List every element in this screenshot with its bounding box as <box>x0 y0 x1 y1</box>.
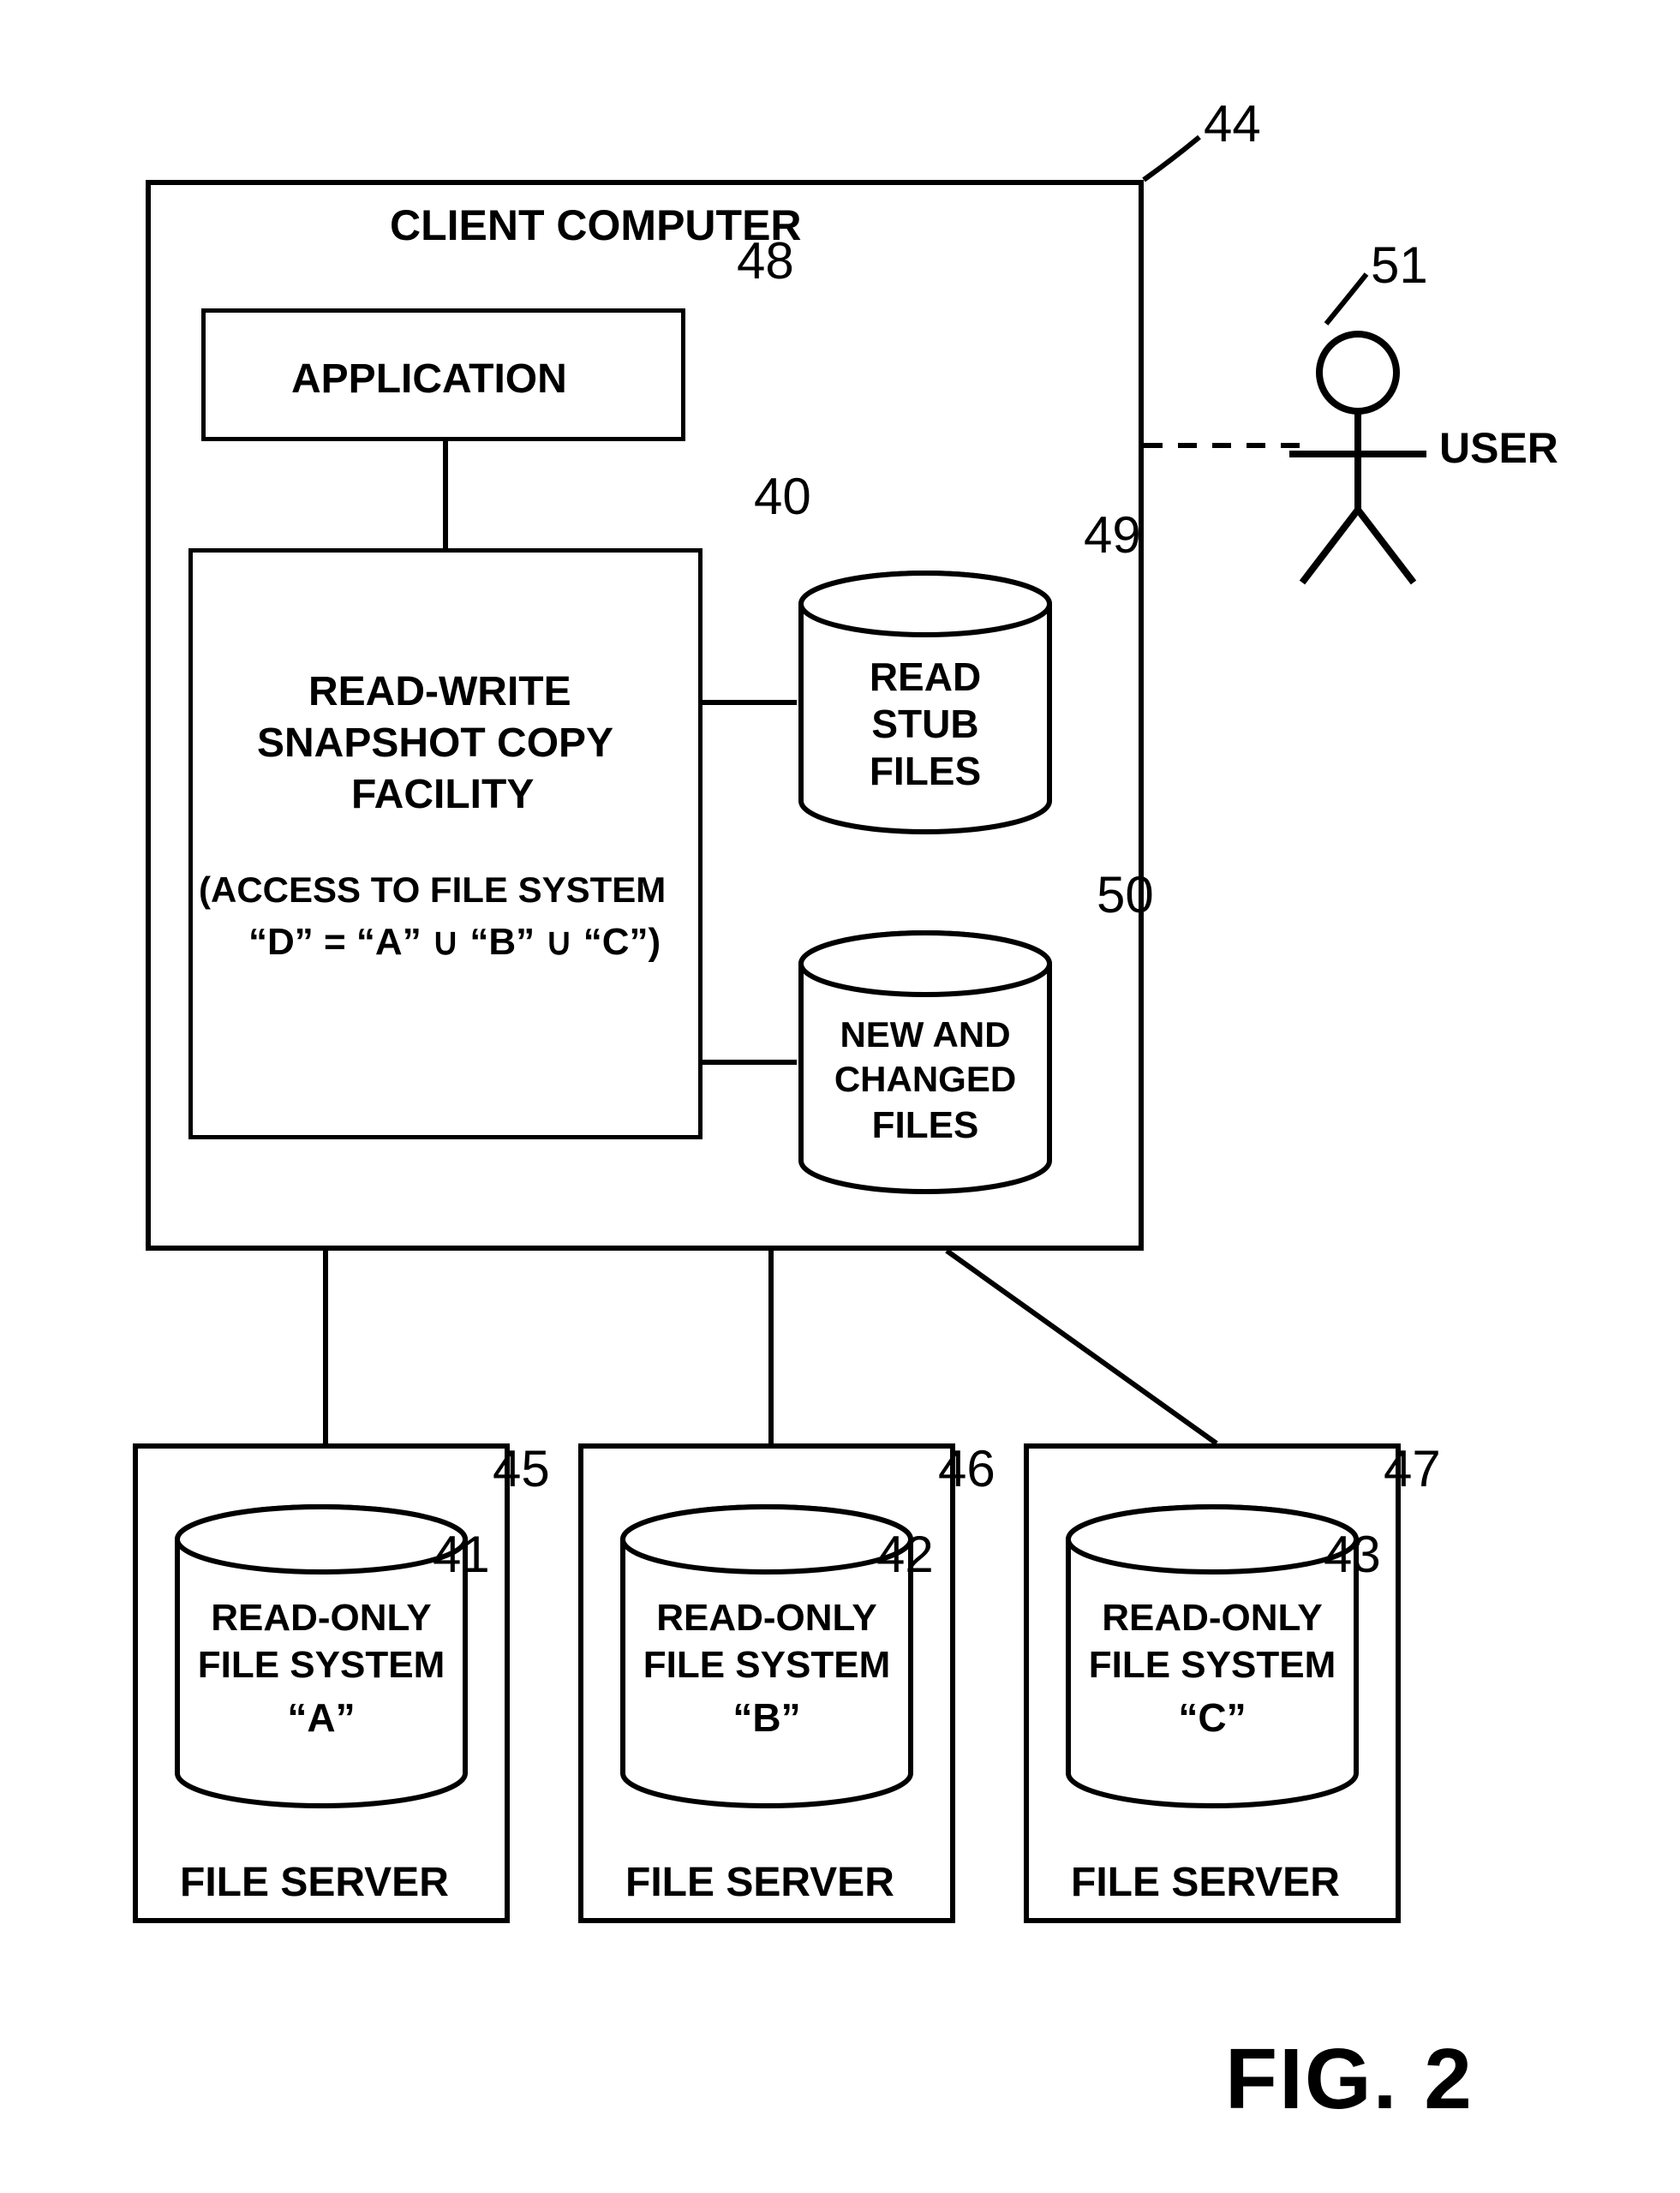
server-b-fs1: READ-ONLY <box>617 1598 917 1639</box>
changed-line1: NEW AND <box>797 1015 1054 1055</box>
facility-line5: “D” = “A” ∪ “B” ∪ “C”) <box>248 921 661 965</box>
server-b-cylinder: READ-ONLY FILE SYSTEM “B” <box>617 1503 917 1812</box>
server-b-cyl-ref: 42 <box>876 1525 934 1584</box>
facility-line3: FACILITY <box>351 771 534 818</box>
stub-cylinder: READ STUB FILES <box>797 570 1054 835</box>
server-a-label: FILE SERVER <box>180 1859 449 1906</box>
server-b-label: FILE SERVER <box>625 1859 894 1906</box>
facility-line4: (ACCESS TO FILE SYSTEM <box>199 869 666 911</box>
server-c-fs1: READ-ONLY <box>1062 1598 1362 1639</box>
server-c-cylinder: READ-ONLY FILE SYSTEM “C” <box>1062 1503 1362 1812</box>
server-a-cyl-ref: 41 <box>433 1525 490 1584</box>
client-ref: 44 <box>1204 94 1261 153</box>
server-c-fs3: “C” <box>1062 1696 1362 1740</box>
server-a-box-ref: 45 <box>493 1439 550 1498</box>
changed-cylinder: NEW AND CHANGED FILES <box>797 929 1054 1195</box>
server-c-label: FILE SERVER <box>1071 1859 1340 1906</box>
stub-line3: FILES <box>797 750 1054 793</box>
user-icon <box>1264 326 1452 591</box>
server-b-box-ref: 46 <box>938 1439 995 1498</box>
application-ref: 48 <box>737 231 794 290</box>
diagram-canvas: CLIENT COMPUTER 44 APPLICATION 48 READ-W… <box>0 0 1680 2193</box>
user-ref: 51 <box>1371 236 1428 295</box>
server-a-fs1: READ-ONLY <box>171 1598 471 1639</box>
facility-line1: READ-WRITE <box>308 668 571 715</box>
server-c-box-ref: 47 <box>1384 1439 1441 1498</box>
application-label: APPLICATION <box>291 356 567 403</box>
stub-line1: READ <box>797 655 1054 699</box>
facility-box <box>188 548 702 1139</box>
server-b-fs3: “B” <box>617 1696 917 1740</box>
server-a-fs2: FILE SYSTEM <box>171 1645 471 1686</box>
facility-line2: SNAPSHOT COPY <box>257 720 613 767</box>
stub-ref: 49 <box>1084 505 1141 565</box>
server-c-fs2: FILE SYSTEM <box>1062 1645 1362 1686</box>
stub-line2: STUB <box>797 702 1054 746</box>
figure-label: FIG. 2 <box>1225 2030 1474 2129</box>
user-label: USER <box>1439 424 1558 474</box>
facility-ref: 40 <box>754 467 811 526</box>
server-a-cylinder: READ-ONLY FILE SYSTEM “A” <box>171 1503 471 1812</box>
changed-ref: 50 <box>1097 865 1154 924</box>
server-a-fs3: “A” <box>171 1696 471 1740</box>
server-c-cyl-ref: 43 <box>1324 1525 1381 1584</box>
server-b-fs2: FILE SYSTEM <box>617 1645 917 1686</box>
changed-line3: FILES <box>797 1105 1054 1146</box>
changed-line2: CHANGED <box>797 1060 1054 1099</box>
